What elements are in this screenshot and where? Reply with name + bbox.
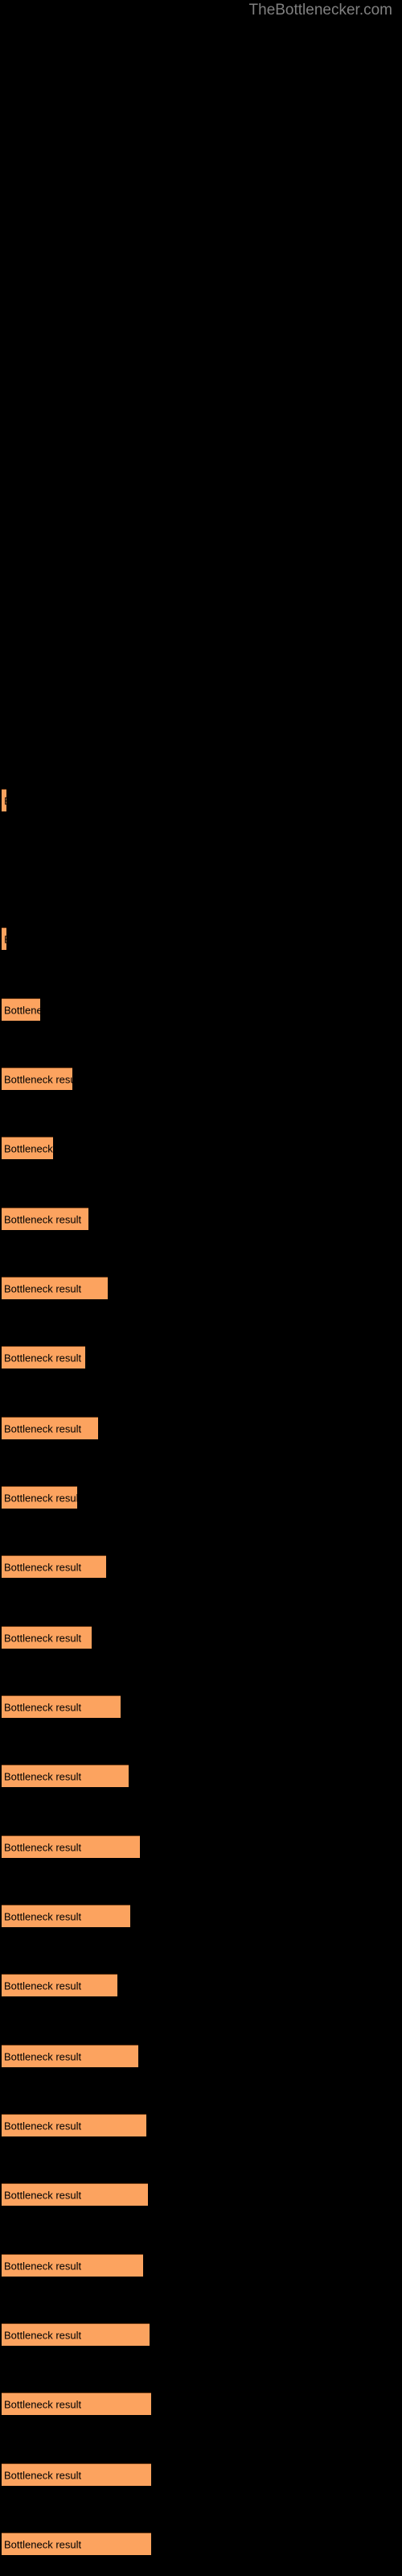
bottleneck-result-bar: Bottleneck result [2,1067,72,1090]
bar-label: Bottleneck result [4,2538,82,2550]
bar-label: Bottleneck result [4,2189,82,2201]
bottleneck-result-bar: Bottleneck result [2,998,40,1021]
bottleneck-result-bar: Bottleneck result [2,2323,150,2346]
bar-row: Bottleneck result [0,2183,402,2207]
bar-label: Bottleneck result [4,1352,82,1364]
bar-label: Bottleneck result [4,1142,53,1154]
bar-row: Bottleneck result [0,2533,402,2556]
bottleneck-result-bar: Bottleneck result [2,1555,106,1578]
bottleneck-result-bar: Bottleneck result [2,1417,98,1439]
bar-label: Bottleneck result [4,2329,82,2341]
bar-row: Bottleneck result [0,2114,402,2137]
bottleneck-bar-chart: Bottleneck result Bottleneck result Bottle… [0,0,402,2576]
bar-label: Bottleneck result [4,1422,82,1435]
bar-label: Bottleneck result [4,1561,82,1573]
bottleneck-result-bar: Bottleneck result [2,1765,129,1787]
bottleneck-result-bar: Bottleneck result [2,1626,92,1649]
bottleneck-result-bar: Bottleneck result [2,1208,88,1230]
bottleneck-result-bar: Bottleneck result [2,1137,53,1159]
bar-label: Bottleneck result [4,2469,82,2481]
bar-label: Bottleneck result [4,1632,82,1644]
bottleneck-result-bar: Bottleneck result [2,1346,85,1368]
bar-row: Bottleneck result [0,2392,402,2416]
bottleneck-result-bar: Bottleneck result [2,2114,146,2136]
bar-row: Bottleneck result [0,2254,402,2277]
bar-label: Bottleneck result [4,2260,82,2272]
bar-label: Bottleneck result [4,1282,82,1294]
bottleneck-result-bar: Bottleneck result [2,2463,151,2486]
bottleneck-result-bar: Bottleneck result [2,2392,151,2415]
bar-label: Bottleneck result [4,1979,82,1992]
bar-label: Bottleneck result [4,1492,77,1504]
bar-row: Bottleneck result [0,998,402,1022]
bar-row: Bottleneck result [0,1905,402,1928]
bar-label: Bottleneck result [4,1841,82,1853]
bar-label: Bottleneck result [4,1004,40,1016]
bar-row: Bottleneck result [0,1555,402,1579]
bar-label: Bottleneck result [4,933,6,945]
bar-row: Bottleneck result [0,1137,402,1160]
bar-row: Bottleneck result [0,1277,402,1300]
bar-row: Bottleneck result [0,1208,402,1231]
bottleneck-result-bar: Bottleneck result [2,1974,117,1996]
bar-row: Bottleneck result [0,1974,402,1997]
bar-row: Bottleneck result [0,1835,402,1859]
bottleneck-result-bar: Bottleneck result [2,927,6,950]
bottleneck-result-bar: Bottleneck result [2,2045,138,2067]
bar-row: Bottleneck result [0,1417,402,1440]
bottleneck-result-bar: Bottleneck result [2,2533,151,2555]
bar-label: Bottleneck result [4,1701,82,1713]
bar-row: Bottleneck result [0,2045,402,2068]
bottleneck-result-bar: Bottleneck result [2,2183,148,2206]
bar-row: Bottleneck result [0,1067,402,1091]
bar-row: Bottleneck result [0,1695,402,1719]
bar-label: Bottleneck result [4,2050,82,2062]
bar-label: Bottleneck result [4,1770,82,1782]
bar-row: Bottleneck result [0,2323,402,2347]
bottleneck-result-bar: Bottleneck result [2,2254,143,2277]
bar-label: Bottleneck result [4,1213,82,1225]
bar-label: Bottleneck result [4,2398,82,2410]
bottleneck-result-bar: Bottleneck result [2,789,6,811]
bar-row: Bottleneck result [0,1765,402,1788]
bar-label: Bottleneck result [4,2120,82,2132]
bar-row: Bottleneck result [0,1486,402,1509]
bar-label: Bottleneck result [4,795,6,807]
bar-label: Bottleneck result [4,1910,82,1922]
bottleneck-result-bar: Bottleneck result [2,1695,121,1718]
bottleneck-result-bar: Bottleneck result [2,1486,77,1509]
bar-row: Bottleneck result [0,1346,402,1369]
bar-row: Bottleneck result [0,2463,402,2487]
bottleneck-result-bar: Bottleneck result [2,1835,140,1858]
bottleneck-result-bar: Bottleneck result [2,1905,130,1927]
bar-label: Bottleneck result [4,1073,72,1085]
bar-row: Bottleneck result [0,927,402,951]
bottleneck-result-bar: Bottleneck result [2,1277,108,1299]
bar-row: Bottleneck result [0,789,402,812]
bar-row: Bottleneck result [0,1626,402,1649]
